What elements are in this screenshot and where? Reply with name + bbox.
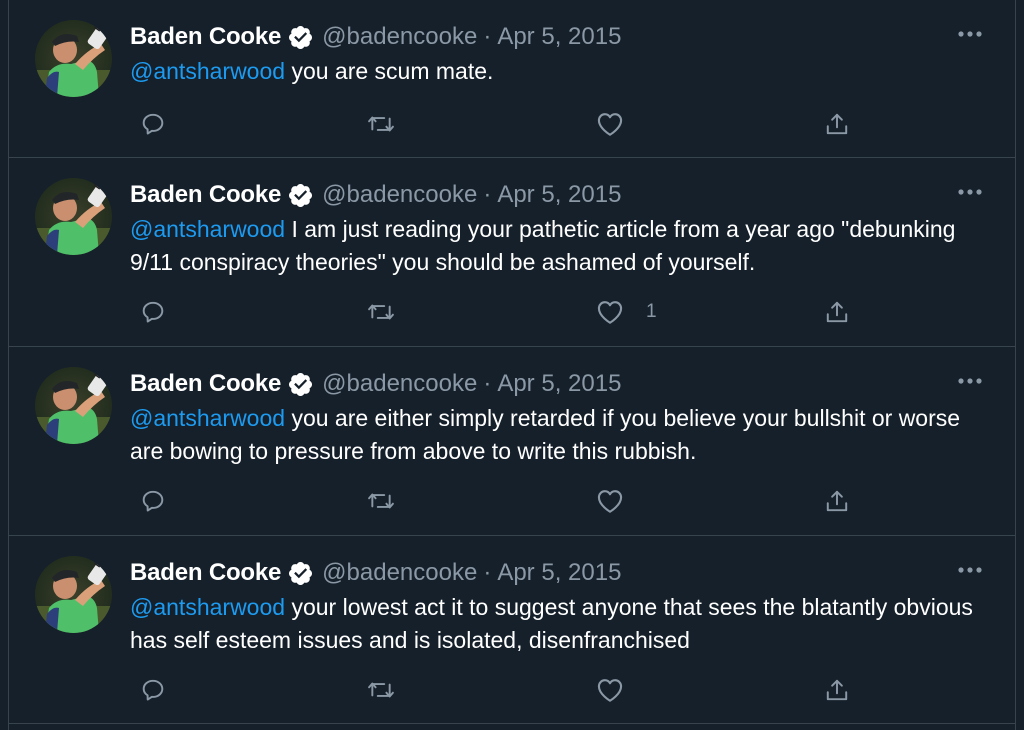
tweet-actions: 1	[130, 292, 870, 332]
retweet-button[interactable]	[366, 104, 396, 144]
share-icon	[826, 679, 848, 701]
reply-icon	[142, 113, 164, 135]
reply-icon	[142, 679, 164, 701]
share-button[interactable]	[824, 104, 850, 144]
timeline: Baden Cooke @badencooke · Apr 5, 2015 @a…	[8, 0, 1016, 730]
author-handle[interactable]: @badencooke	[322, 181, 477, 209]
avatar-image	[35, 556, 112, 633]
reply-button[interactable]	[140, 104, 166, 144]
author-name[interactable]: Baden Cooke	[130, 23, 281, 51]
tweet-header: Baden Cooke @badencooke · Apr 5, 2015	[130, 178, 980, 212]
more-dots-icon[interactable]	[955, 26, 985, 42]
like-button[interactable]	[596, 104, 646, 144]
tweet[interactable]: Baden Cooke @badencooke · Apr 5, 2015 @a…	[9, 347, 1015, 536]
like-button[interactable]: 1	[596, 292, 657, 332]
author-handle[interactable]: @badencooke	[322, 370, 477, 398]
retweet-button[interactable]	[366, 670, 396, 710]
share-button[interactable]	[824, 481, 850, 521]
tweet-date[interactable]: Apr 5, 2015	[497, 23, 621, 51]
mention-link[interactable]: @antsharwood	[130, 216, 285, 242]
reply-button[interactable]	[140, 481, 166, 521]
tweet-text: @antsharwood your lowest act it to sugge…	[130, 591, 980, 657]
tweet-body: you are scum mate.	[285, 58, 494, 84]
like-button[interactable]	[596, 481, 646, 521]
share-icon	[826, 113, 848, 135]
like-button[interactable]	[596, 670, 646, 710]
avatar[interactable]	[35, 556, 112, 633]
tweet-content: Baden Cooke @badencooke · Apr 5, 2015 @a…	[130, 178, 980, 279]
author-name[interactable]: Baden Cooke	[130, 370, 281, 398]
reply-icon	[142, 490, 164, 512]
mention-link[interactable]: @antsharwood	[130, 405, 285, 431]
share-icon	[826, 301, 848, 323]
author-handle[interactable]: @badencooke	[322, 23, 477, 51]
heart-icon	[597, 679, 623, 702]
retweet-icon	[368, 304, 394, 320]
retweet-icon	[368, 682, 394, 698]
more-dots-icon[interactable]	[955, 373, 985, 389]
reply-icon	[142, 301, 164, 323]
verified-badge-icon	[287, 371, 314, 398]
avatar[interactable]	[35, 20, 112, 97]
tweet-text: @antsharwood I am just reading your path…	[130, 213, 980, 279]
separator-dot: ·	[483, 370, 492, 397]
verified-badge-icon	[287, 560, 314, 587]
tweet-header: Baden Cooke @badencooke · Apr 5, 2015	[130, 367, 980, 401]
separator-dot: ·	[483, 559, 492, 586]
share-button[interactable]	[824, 292, 850, 332]
tweet-date[interactable]: Apr 5, 2015	[497, 370, 621, 398]
tweet[interactable]: Baden Cooke @badencooke · Apr 5, 2015 @a…	[9, 158, 1015, 347]
heart-icon	[597, 490, 623, 513]
tweet-header: Baden Cooke @badencooke · Apr 5, 2015	[130, 20, 980, 54]
author-name[interactable]: Baden Cooke	[130, 181, 281, 209]
avatar-image	[35, 367, 112, 444]
reply-button[interactable]	[140, 670, 166, 710]
retweet-button[interactable]	[366, 292, 396, 332]
retweet-icon	[368, 493, 394, 509]
tweet-header: Baden Cooke @badencooke · Apr 5, 2015	[130, 556, 980, 590]
separator-dot: ·	[483, 23, 492, 50]
more-dots-icon[interactable]	[955, 562, 985, 578]
tweet-text: @antsharwood you are scum mate.	[130, 55, 980, 88]
tweet-actions	[130, 670, 870, 710]
mention-link[interactable]: @antsharwood	[130, 58, 285, 84]
like-count: 1	[646, 301, 657, 322]
separator-dot: ·	[483, 181, 492, 208]
tweet-content: Baden Cooke @badencooke · Apr 5, 2015 @a…	[130, 20, 980, 88]
avatar[interactable]	[35, 367, 112, 444]
share-button[interactable]	[824, 670, 850, 710]
tweet-text: @antsharwood you are either simply retar…	[130, 402, 980, 468]
avatar-image	[35, 178, 112, 255]
tweet-content: Baden Cooke @badencooke · Apr 5, 2015 @a…	[130, 367, 980, 468]
share-icon	[826, 490, 848, 512]
tweet-date[interactable]: Apr 5, 2015	[497, 181, 621, 209]
avatar[interactable]	[35, 178, 112, 255]
heart-icon	[597, 301, 623, 324]
verified-badge-icon	[287, 24, 314, 51]
tweet-actions	[130, 104, 870, 144]
verified-badge-icon	[287, 182, 314, 209]
more-dots-icon[interactable]	[955, 184, 985, 200]
author-name[interactable]: Baden Cooke	[130, 559, 281, 587]
author-handle[interactable]: @badencooke	[322, 559, 477, 587]
tweet-actions	[130, 481, 870, 521]
reply-button[interactable]	[140, 292, 166, 332]
avatar-image	[35, 20, 112, 97]
mention-link[interactable]: @antsharwood	[130, 594, 285, 620]
tweet-date[interactable]: Apr 5, 2015	[497, 559, 621, 587]
tweet-content: Baden Cooke @badencooke · Apr 5, 2015 @a…	[130, 556, 980, 657]
retweet-icon	[368, 116, 394, 132]
tweet[interactable]: Baden Cooke @badencooke · Apr 5, 2015 @a…	[9, 0, 1015, 158]
tweet[interactable]: Baden Cooke @badencooke · Apr 5, 2015 @a…	[9, 536, 1015, 724]
retweet-button[interactable]	[366, 481, 396, 521]
heart-icon	[597, 113, 623, 136]
